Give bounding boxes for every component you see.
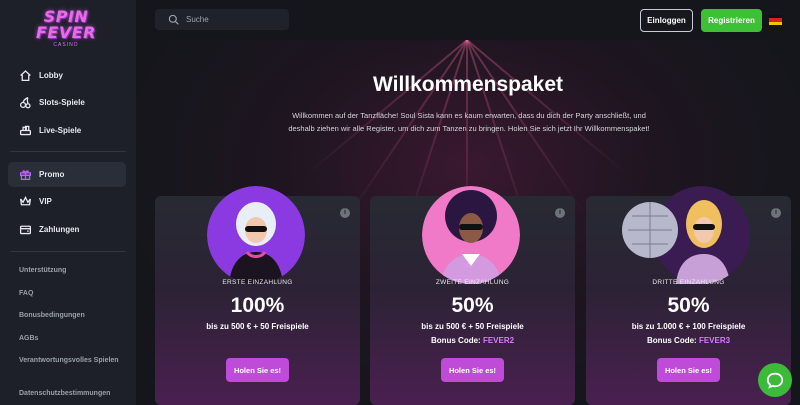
cards-table-icon xyxy=(18,124,32,138)
sidebar-item-live-games[interactable]: Live-Spiele xyxy=(8,118,126,143)
chat-button[interactable] xyxy=(758,363,792,397)
link-terms[interactable]: AGBs xyxy=(19,333,129,344)
register-button[interactable]: Registrieren xyxy=(701,9,762,32)
card-description: bis zu 500 € + 50 Freispiele xyxy=(421,322,524,331)
claim-button[interactable]: Holen Sie es! xyxy=(441,358,504,382)
link-responsible-gaming[interactable]: Verantwortungsvolles Spielen xyxy=(19,355,119,366)
bonus-code: Bonus Code: FEVER2 xyxy=(370,336,575,345)
card-percent: 50% xyxy=(667,294,710,317)
dancer-image xyxy=(620,186,750,284)
bonus-code-value: FEVER2 xyxy=(482,336,515,345)
sidebar-item-slots[interactable]: Slots-Spiele xyxy=(8,90,126,115)
gift-icon xyxy=(18,168,32,182)
home-icon xyxy=(18,69,32,83)
info-icon[interactable]: i xyxy=(555,208,565,218)
link-support[interactable]: Unterstützung xyxy=(19,265,129,276)
sidebar-item-vip[interactable]: VIP xyxy=(8,189,126,214)
sidebar-divider xyxy=(10,251,126,252)
sidebar-item-label: Live-Spiele xyxy=(39,126,82,135)
link-bonus-terms[interactable]: Bonusbedingungen xyxy=(19,310,129,321)
dancer-image xyxy=(207,186,305,284)
search-icon xyxy=(168,14,179,25)
bonus-code-label: Bonus Code: xyxy=(646,336,699,345)
card-kicker: DRITTE EINZAHLUNG xyxy=(652,279,725,286)
cherries-icon xyxy=(18,96,32,110)
card-kicker: ZWEITE EINZAHLUNG xyxy=(435,279,510,286)
card-kicker: ERSTE EINZAHLUNG xyxy=(222,279,293,286)
sidebar-item-label: Promo xyxy=(39,170,65,179)
logo-line3: CASINO xyxy=(53,42,79,48)
sidebar-item-label: VIP xyxy=(39,197,52,206)
sidebar-item-label: Zahlungen xyxy=(39,225,80,234)
card-description: bis zu 500 € + 50 Freispiele xyxy=(206,322,309,331)
bonus-code-value: FEVER3 xyxy=(698,336,731,345)
page-title: Willkommenspaket xyxy=(372,73,564,96)
bonus-code: Bonus Code: FEVER3 xyxy=(586,336,791,345)
intro-text: Willkommen auf der Tanzfläche! Soul Sist… xyxy=(288,111,650,133)
de-flag-icon[interactable] xyxy=(769,15,782,25)
search-bar[interactable] xyxy=(155,9,289,30)
sidebar-divider xyxy=(10,151,126,152)
bonus-card-second: i ZWEITE EINZAHLUNG 50% bis zu 500 € + 5… xyxy=(370,186,575,405)
sidebar-item-promo[interactable]: Promo xyxy=(8,162,126,187)
claim-button[interactable]: Holen Sie es! xyxy=(657,358,720,382)
spin-fever-logo[interactable]: SPIN FEVER CASINO xyxy=(30,9,102,53)
claim-button[interactable]: Holen Sie es! xyxy=(226,358,289,382)
wallet-icon xyxy=(18,223,32,237)
chat-bubble-icon xyxy=(766,372,784,389)
bonus-code-label: Bonus Code: xyxy=(430,336,483,345)
sidebar-item-label: Slots-Spiele xyxy=(39,98,85,107)
crown-icon xyxy=(18,195,32,209)
card-percent: 100% xyxy=(230,294,285,317)
link-privacy[interactable]: Datenschutzbestimmungen xyxy=(19,388,129,399)
sidebar: SPIN FEVER CASINO Lobby Slots-Spiele Liv… xyxy=(0,0,136,405)
dancer-image xyxy=(422,186,520,284)
sidebar-item-payments[interactable]: Zahlungen xyxy=(8,217,126,242)
card-percent: 50% xyxy=(451,294,494,317)
sidebar-item-label: Lobby xyxy=(39,71,63,80)
link-faq[interactable]: FAQ xyxy=(19,288,129,299)
info-icon[interactable]: i xyxy=(340,208,350,218)
info-icon[interactable]: i xyxy=(771,208,781,218)
bonus-card-first: i ERSTE EINZAHLUNG 100% bis zu 500 € + 5… xyxy=(155,186,360,405)
search-input[interactable] xyxy=(186,15,276,24)
card-description: bis zu 1.000 € + 100 Freispiele xyxy=(631,322,746,331)
login-button[interactable]: Einloggen xyxy=(640,9,693,32)
sidebar-item-lobby[interactable]: Lobby xyxy=(8,63,126,88)
logo-line2: FEVER xyxy=(36,23,96,42)
